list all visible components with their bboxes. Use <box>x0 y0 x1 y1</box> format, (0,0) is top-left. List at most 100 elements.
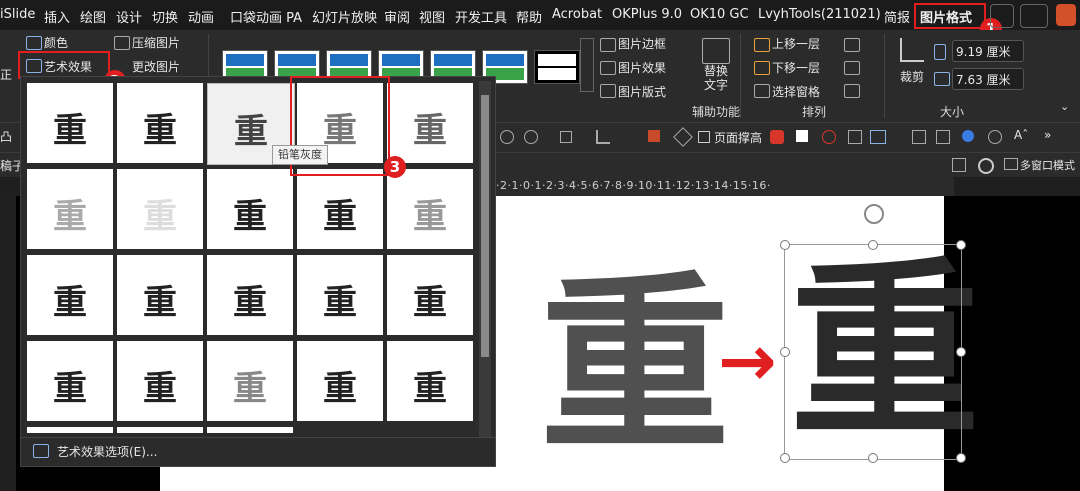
tab-developer[interactable]: 开发工具 <box>455 7 507 26</box>
effect-line-drawing[interactable]: 重 <box>387 83 473 163</box>
tab-pocket-animation[interactable]: 口袋动画 PA <box>230 7 302 26</box>
width-input[interactable]: 7.63 厘米 <box>952 68 1024 90</box>
vertical-ruler <box>0 196 16 491</box>
corrections-partial-label[interactable]: 正 <box>0 66 12 83</box>
effect-film-grain[interactable]: 重 <box>297 255 383 335</box>
tab-acrobat[interactable]: Acrobat <box>552 7 602 22</box>
width-value: 7.63 厘米 <box>956 73 1011 87</box>
collapse-ribbon-icon[interactable]: ⌄ <box>1060 100 1069 113</box>
gallery-scroll-thumb[interactable] <box>481 95 489 357</box>
tab-view[interactable]: 视图 <box>419 7 445 26</box>
resize-handle[interactable] <box>780 240 790 250</box>
height-input[interactable]: 9.19 厘米 <box>952 40 1024 62</box>
effect-row-partial[interactable] <box>27 427 113 433</box>
resize-handle[interactable] <box>956 240 966 250</box>
tab-ok10gc[interactable]: OK10 GC <box>690 7 749 22</box>
merge-shapes-icon[interactable] <box>988 130 1002 144</box>
alt-text-button[interactable]: 替换 文字 <box>704 64 728 92</box>
record-icon[interactable] <box>990 4 1014 28</box>
send-backward-button[interactable]: 下移一层 <box>772 59 820 76</box>
lock-icon[interactable] <box>560 131 572 143</box>
effect-blur[interactable]: 重 <box>387 169 473 249</box>
excel-icon[interactable] <box>822 130 836 144</box>
tab-help[interactable]: 帮助 <box>516 7 542 26</box>
effect-glow-diffused[interactable]: 重 <box>297 169 383 249</box>
tab-briefing[interactable]: 简报 <box>884 7 910 26</box>
art-effects-options-button[interactable]: 艺术效果选项(E)... <box>57 443 157 460</box>
effect-row-partial[interactable] <box>207 427 293 433</box>
shape-outline-icon[interactable] <box>500 130 514 144</box>
picture-border-button[interactable]: 图片边框 <box>618 35 666 52</box>
resize-handle[interactable] <box>780 347 790 357</box>
white-fill-icon[interactable] <box>796 130 808 142</box>
selection-pane-button[interactable]: 选择窗格 <box>772 83 820 100</box>
format-painter-icon[interactable] <box>648 130 660 142</box>
color-button[interactable]: 颜色 <box>44 34 68 51</box>
rotate-handle-icon[interactable] <box>864 204 884 224</box>
effect-cement[interactable]: 重 <box>117 341 203 421</box>
slide-original-char[interactable]: 重 <box>540 270 730 460</box>
tab-draw[interactable]: 绘图 <box>80 7 106 26</box>
effect-paint-brush[interactable]: 重 <box>207 169 293 249</box>
effect-mosaic[interactable]: 重 <box>387 255 473 335</box>
blue-circle-icon[interactable] <box>962 130 974 142</box>
art-effects-options-icon <box>33 444 49 458</box>
styles-scroll[interactable] <box>580 38 594 92</box>
tab-lvyhtools[interactable]: LvyhTools(211021) <box>758 7 881 22</box>
fill-page-checkbox[interactable] <box>698 131 710 143</box>
crop-button[interactable]: 裁剪 <box>900 68 924 85</box>
effect-preview: 重 <box>53 283 87 323</box>
slide-arrow[interactable]: → <box>718 326 777 396</box>
effect-light-screen[interactable]: 重 <box>27 255 113 335</box>
rotate-icon[interactable] <box>844 84 860 98</box>
shape-icon[interactable] <box>848 130 862 144</box>
tab-design[interactable]: 设计 <box>116 7 142 26</box>
crop-small-icon[interactable] <box>596 130 610 144</box>
shape-fill-icon[interactable] <box>870 130 886 144</box>
comment-icon[interactable] <box>1020 4 1048 28</box>
tab-slideshow[interactable]: 幻灯片放映 <box>312 7 377 26</box>
picture-effects-button[interactable]: 图片效果 <box>618 59 666 76</box>
effect-glass[interactable]: 重 <box>387 341 473 421</box>
tab-insert[interactable]: 插入 <box>44 7 70 26</box>
effect-chalk-sketch[interactable]: 重 <box>27 169 113 249</box>
app-red-icon[interactable] <box>770 130 784 144</box>
effect-preview: 重 <box>53 111 87 151</box>
tool-icon[interactable] <box>952 158 966 172</box>
resize-handle[interactable] <box>780 453 790 463</box>
more-icon[interactable]: » <box>1044 128 1051 142</box>
resize-handle[interactable] <box>956 453 966 463</box>
effect-texturizer[interactable]: 重 <box>207 341 293 421</box>
bring-forward-button[interactable]: 上移一层 <box>772 35 820 52</box>
effect-watercolor[interactable]: 重 <box>117 255 203 335</box>
effect-paint-strokes[interactable]: 重 <box>117 169 203 249</box>
resize-handle[interactable] <box>956 347 966 357</box>
resize-handle[interactable] <box>868 453 878 463</box>
effect-none[interactable]: 重 <box>27 83 113 163</box>
compress-pictures-button[interactable]: 压缩图片 <box>132 34 180 51</box>
effect-crisscross[interactable]: 重 <box>27 341 113 421</box>
resize-handle[interactable] <box>868 240 878 250</box>
effect-cutout[interactable]: 重 <box>207 255 293 335</box>
compress-icon <box>114 36 130 50</box>
effect-marker[interactable]: 重 <box>117 83 203 163</box>
multi-window-button[interactable]: 多窗口模式 <box>1020 157 1075 173</box>
shape-effect-icon[interactable] <box>524 130 538 144</box>
tab-transitions[interactable]: 切换 <box>152 7 178 26</box>
picture-style-7[interactable] <box>534 50 580 84</box>
tab-okplus[interactable]: OKPlus 9.0 <box>612 7 682 22</box>
picture-layout-button[interactable]: 图片版式 <box>618 83 666 100</box>
tab-review[interactable]: 审阅 <box>384 7 410 26</box>
settings-gear-icon[interactable] <box>978 158 994 174</box>
effect-plastic-wrap[interactable]: 重 <box>297 341 383 421</box>
effect-row-partial[interactable] <box>117 427 203 433</box>
tab-animations[interactable]: 动画 <box>188 7 214 26</box>
share-icon[interactable] <box>1056 4 1076 26</box>
grid-icon[interactable] <box>912 130 926 144</box>
change-picture-button[interactable]: 更改图片 <box>132 58 180 75</box>
font-size-icon[interactable]: Aˆ <box>1014 128 1028 142</box>
align-icon[interactable] <box>844 38 860 52</box>
text-box-icon[interactable] <box>936 130 950 144</box>
group-icon[interactable] <box>844 61 860 75</box>
tab-islide[interactable]: iSlide <box>0 7 35 22</box>
